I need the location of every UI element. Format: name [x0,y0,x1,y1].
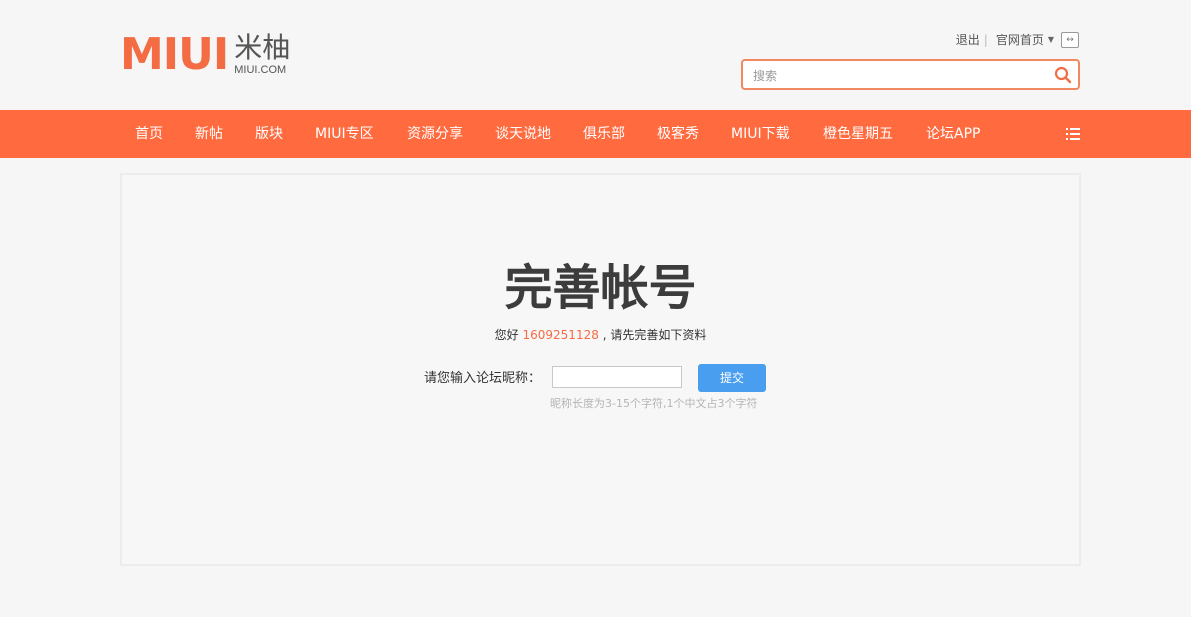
nav-item-orange-friday[interactable]: 橙色星期五 [823,110,893,158]
chevron-down-icon[interactable]: ▼ [1048,35,1054,44]
nickname-input[interactable] [552,366,682,388]
nav-item-new-posts[interactable]: 新帖 [195,110,223,158]
logout-link[interactable]: 退出 [956,31,980,48]
greeting-label: 您好 [494,328,519,342]
page-header: MIUI 米柚 MIUI.COM 退出 | 官网首页 ▼ ↔ [0,0,1191,110]
nav-item-miui-zone[interactable]: MIUI专区 [315,110,374,158]
complete-account-panel: 完善帐号 您好 1609251128 , 请先完善如下资料 请您输入论坛昵称： … [120,173,1081,566]
nav-item-chat[interactable]: 谈天说地 [495,110,551,158]
user-id: 1609251128 [522,328,599,342]
logo-chinese-text: 米柚 [234,31,291,64]
search-input[interactable] [751,61,1045,90]
nav-item-miui-download[interactable]: MIUI下载 [731,110,790,158]
nav-item-resources[interactable]: 资源分享 [407,110,463,158]
greeting-text: 您好 1609251128 , 请先完善如下资料 [122,327,1079,343]
nav-item-geek-show[interactable]: 极客秀 [657,110,699,158]
list-icon[interactable] [1066,127,1082,141]
expand-width-icon[interactable]: ↔ [1061,31,1079,48]
nav-item-club[interactable]: 俱乐部 [583,110,625,158]
submit-button[interactable]: 提交 [698,364,766,392]
main-nav: 首页 新帖 版块 MIUI专区 资源分享 谈天说地 俱乐部 极客秀 MIUI下载… [0,110,1191,158]
search-box [741,59,1080,90]
nav-item-boards[interactable]: 版块 [255,110,283,158]
logo-domain-text: MIUI.COM [234,64,287,76]
search-icon[interactable] [1054,66,1072,84]
top-links: 退出 | 官网首页 ▼ ↔ [956,31,1079,48]
nickname-label: 请您输入论坛昵称： [424,371,542,386]
official-home-link[interactable]: 官网首页 [996,31,1044,48]
nav-item-home[interactable]: 首页 [135,110,163,158]
miui-logo[interactable]: MIUI 米柚 MIUI.COM [120,33,290,77]
nickname-hint: 昵称长度为3-15个字符,1个中文占3个字符 [550,397,758,410]
top-links-separator: | [983,32,988,47]
page-title: 完善帐号 [504,260,697,316]
logo-miui-text: MIUI [120,29,229,80]
nav-item-forum-app[interactable]: 论坛APP [926,110,980,158]
logo-right-block: 米柚 MIUI.COM [234,31,291,77]
greeting-suffix: , 请先完善如下资料 [602,328,707,342]
